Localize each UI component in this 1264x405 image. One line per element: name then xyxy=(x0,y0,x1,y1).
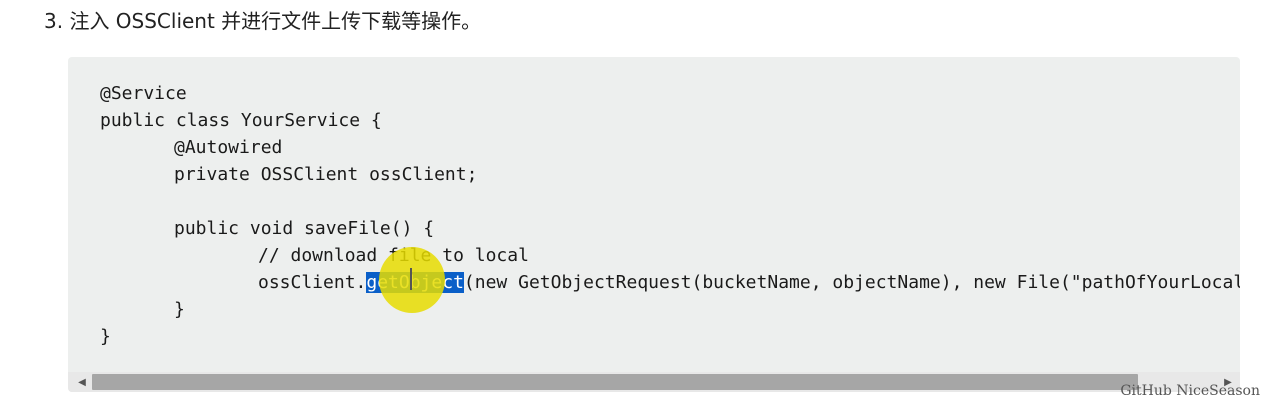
horizontal-scrollbar[interactable]: ◀ ▶ xyxy=(68,372,1240,392)
code-line-method-close: } xyxy=(174,299,185,320)
code-line-class-declaration: public class YourService { xyxy=(100,110,382,131)
code-call-arguments: (new GetObjectRequest(bucketName, object… xyxy=(463,272,1240,293)
code-line-comment: // download file to local xyxy=(258,245,529,266)
code-line-field-declaration: private OSSClient ossClient; xyxy=(174,164,478,185)
code-text[interactable]: @Service public class YourService { @Autow… xyxy=(100,80,1240,350)
code-line-method-call: ossClient.getObject(new GetObjectRequest… xyxy=(100,269,1240,296)
code-line-annotation-service: @Service xyxy=(100,83,187,104)
code-line-annotation-autowired: @Autowired xyxy=(174,137,283,158)
code-block[interactable]: @Service public class YourService { @Autow… xyxy=(68,57,1240,392)
page: 3. 注入 OSSClient 并进行文件上传下载等操作。 @Service pu… xyxy=(0,0,1264,405)
scrollbar-thumb[interactable] xyxy=(92,374,1138,390)
code-line-method-declaration: public void saveFile() { xyxy=(174,218,435,239)
step-heading: 3. 注入 OSSClient 并进行文件上传下载等操作。 xyxy=(44,9,482,33)
watermark: GitHub NiceSeason xyxy=(1120,383,1260,399)
selected-token[interactable]: getObject xyxy=(366,272,464,293)
scroll-left-arrow[interactable]: ◀ xyxy=(72,372,92,392)
triangle-left-icon: ◀ xyxy=(78,376,86,388)
code-call-receiver: ossClient. xyxy=(258,272,367,293)
code-line-class-close: } xyxy=(100,326,111,347)
code-viewport[interactable]: @Service public class YourService { @Autow… xyxy=(68,57,1240,370)
